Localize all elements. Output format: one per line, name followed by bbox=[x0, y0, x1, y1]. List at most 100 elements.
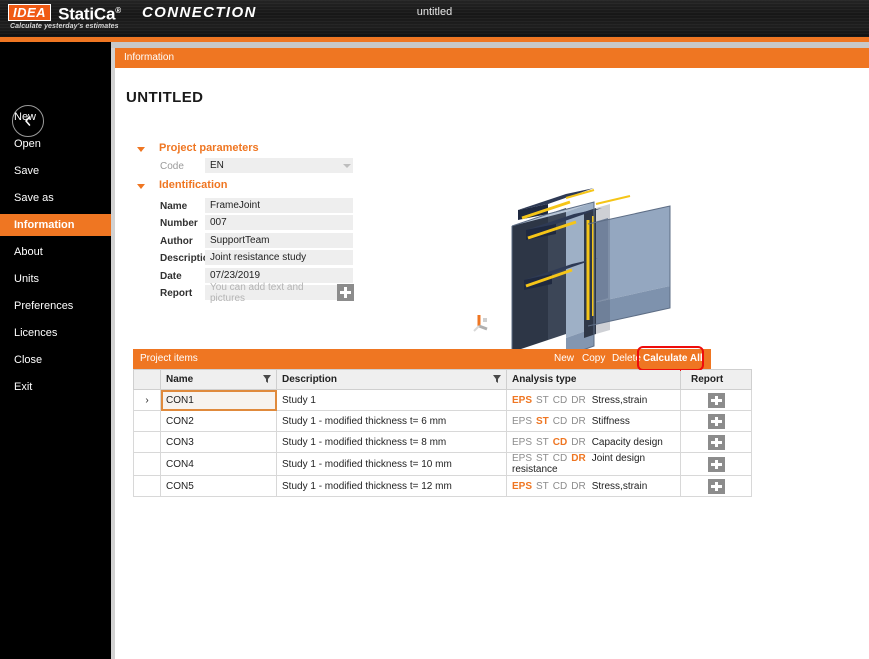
cell-name[interactable]: CON5 bbox=[161, 476, 277, 497]
sidebar-item-save[interactable]: Save bbox=[0, 160, 111, 182]
analysis-code-st[interactable]: ST bbox=[536, 481, 549, 492]
new-item-button[interactable]: New bbox=[554, 353, 574, 364]
row-expander[interactable] bbox=[134, 411, 161, 432]
analysis-code-cd[interactable]: CD bbox=[553, 437, 567, 448]
name-label: Name bbox=[160, 201, 187, 212]
plus-icon[interactable] bbox=[708, 479, 725, 494]
analysis-type-text: Stress,strain bbox=[592, 481, 648, 492]
analysis-code-st[interactable]: ST bbox=[536, 416, 549, 427]
cell-name[interactable]: CON1 bbox=[161, 390, 277, 411]
cell-analysis-type[interactable]: EPSSTCDDRCapacity design bbox=[507, 432, 681, 453]
analysis-code-st[interactable]: ST bbox=[536, 453, 549, 464]
plus-icon[interactable] bbox=[708, 435, 725, 450]
report-field[interactable]: You can add text and pictures bbox=[205, 285, 337, 300]
sidebar-item-new[interactable]: New bbox=[0, 106, 111, 128]
analysis-code-st[interactable]: ST bbox=[536, 395, 549, 406]
analysis-code-dr[interactable]: DR bbox=[571, 453, 585, 464]
cell-analysis-type[interactable]: EPSSTCDDRJoint design resistance bbox=[507, 453, 681, 476]
page-title: UNTITLED bbox=[126, 89, 203, 106]
analysis-code-eps[interactable]: EPS bbox=[512, 416, 532, 427]
cell-report bbox=[681, 476, 752, 497]
content-area: Information UNTITLED Project parameters … bbox=[115, 48, 869, 659]
analysis-code-eps[interactable]: EPS bbox=[512, 481, 532, 492]
table-row[interactable]: ›CON1Study 1EPSSTCDDRStress,strain bbox=[134, 390, 752, 411]
filter-icon[interactable] bbox=[263, 375, 271, 383]
cell-description[interactable]: Study 1 - modified thickness t= 10 mm bbox=[277, 453, 507, 476]
steel-connection-3d-model[interactable] bbox=[470, 168, 710, 358]
cell-description[interactable]: Study 1 - modified thickness t= 6 mm bbox=[277, 411, 507, 432]
sidebar-item-save-as[interactable]: Save as bbox=[0, 187, 111, 209]
project-items-title: Project items bbox=[140, 353, 198, 364]
project-parameters-caret-icon[interactable] bbox=[137, 147, 145, 152]
analysis-code-eps[interactable]: EPS bbox=[512, 453, 532, 464]
sidebar-item-exit[interactable]: Exit bbox=[0, 376, 111, 398]
copy-item-button[interactable]: Copy bbox=[582, 353, 605, 364]
analysis-code-dr[interactable]: DR bbox=[571, 481, 585, 492]
cell-description[interactable]: Study 1 - modified thickness t= 8 mm bbox=[277, 432, 507, 453]
name-field[interactable]: FrameJoint bbox=[205, 198, 353, 213]
row-expander[interactable]: › bbox=[134, 390, 161, 411]
analysis-code-st[interactable]: ST bbox=[536, 437, 549, 448]
date-label: Date bbox=[160, 271, 182, 282]
table-row[interactable]: CON4Study 1 - modified thickness t= 10 m… bbox=[134, 453, 752, 476]
sidebar-item-units[interactable]: Units bbox=[0, 268, 111, 290]
code-select[interactable]: EN bbox=[205, 158, 353, 173]
analysis-code-cd[interactable]: CD bbox=[553, 416, 567, 427]
sidebar-item-licences[interactable]: Licences bbox=[0, 322, 111, 344]
description-field[interactable]: Joint resistance study bbox=[205, 250, 353, 265]
analysis-code-eps[interactable]: EPS bbox=[512, 395, 532, 406]
cell-name[interactable]: CON3 bbox=[161, 432, 277, 453]
author-label: Author bbox=[160, 236, 193, 247]
chevron-down-icon[interactable] bbox=[343, 164, 351, 168]
analysis-code-eps[interactable]: EPS bbox=[512, 437, 532, 448]
cell-report bbox=[681, 411, 752, 432]
sidebar-item-open[interactable]: Open bbox=[0, 133, 111, 155]
delete-item-button[interactable]: Delete bbox=[612, 353, 641, 364]
cell-analysis-type[interactable]: EPSSTCDDRStiffness bbox=[507, 411, 681, 432]
sidebar-item-close[interactable]: Close bbox=[0, 349, 111, 371]
analysis-code-dr[interactable]: DR bbox=[571, 395, 585, 406]
column-header-name: Name bbox=[161, 370, 277, 390]
report-label: Report bbox=[160, 288, 192, 299]
project-items-panel: Project items New Copy Delete Calculate … bbox=[133, 349, 711, 497]
filter-icon[interactable] bbox=[493, 375, 501, 383]
analysis-code-cd[interactable]: CD bbox=[553, 481, 567, 492]
cell-description[interactable]: Study 1 bbox=[277, 390, 507, 411]
table-row[interactable]: CON3Study 1 - modified thickness t= 8 mm… bbox=[134, 432, 752, 453]
plus-icon[interactable] bbox=[708, 457, 725, 472]
calculate-all-button[interactable]: Calculate All bbox=[643, 353, 703, 364]
cell-analysis-type[interactable]: EPS ST CD DR Stress,strain bbox=[507, 476, 681, 497]
cell-description[interactable]: Study 1 - modified thickness t= 12 mm bbox=[277, 476, 507, 497]
sidebar-item-about[interactable]: About bbox=[0, 241, 111, 263]
plus-icon[interactable] bbox=[708, 414, 725, 429]
cell-report bbox=[681, 432, 752, 453]
cell-report bbox=[681, 453, 752, 476]
table-row[interactable]: CON2Study 1 - modified thickness t= 6 mm… bbox=[134, 411, 752, 432]
number-field[interactable]: 007 bbox=[205, 215, 353, 230]
sidebar-item-information[interactable]: Information bbox=[0, 214, 111, 236]
author-field[interactable]: SupportTeam bbox=[205, 233, 353, 248]
analysis-code-cd[interactable]: CD bbox=[553, 395, 567, 406]
cell-report bbox=[681, 390, 752, 411]
analysis-code-dr[interactable]: DR bbox=[571, 437, 585, 448]
sidebar-item-preferences[interactable]: Preferences bbox=[0, 295, 111, 317]
table-header-row: Name Description Analysis type Report bbox=[134, 370, 752, 390]
row-expander[interactable] bbox=[134, 476, 161, 497]
cell-analysis-type[interactable]: EPSSTCDDRStress,strain bbox=[507, 390, 681, 411]
project-items-table: Name Description Analysis type Report bbox=[133, 369, 752, 497]
column-header-analysis-type: Analysis type bbox=[507, 370, 681, 390]
report-add-plus-icon[interactable] bbox=[337, 284, 354, 301]
identification-caret-icon[interactable] bbox=[137, 184, 145, 189]
tab-information[interactable]: Information bbox=[124, 52, 174, 63]
row-expander[interactable] bbox=[134, 453, 161, 476]
plus-icon[interactable] bbox=[708, 393, 725, 408]
analysis-code-cd[interactable]: CD bbox=[553, 453, 567, 464]
identification-heading: Identification bbox=[159, 179, 227, 191]
cell-name[interactable]: CON4 bbox=[161, 453, 277, 476]
analysis-code-dr[interactable]: DR bbox=[571, 416, 585, 427]
axis-gizmo-icon bbox=[470, 308, 496, 334]
project-items-header: Project items New Copy Delete Calculate … bbox=[133, 349, 711, 369]
table-row[interactable]: CON5Study 1 - modified thickness t= 12 m… bbox=[134, 476, 752, 497]
cell-name[interactable]: CON2 bbox=[161, 411, 277, 432]
row-expander[interactable] bbox=[134, 432, 161, 453]
